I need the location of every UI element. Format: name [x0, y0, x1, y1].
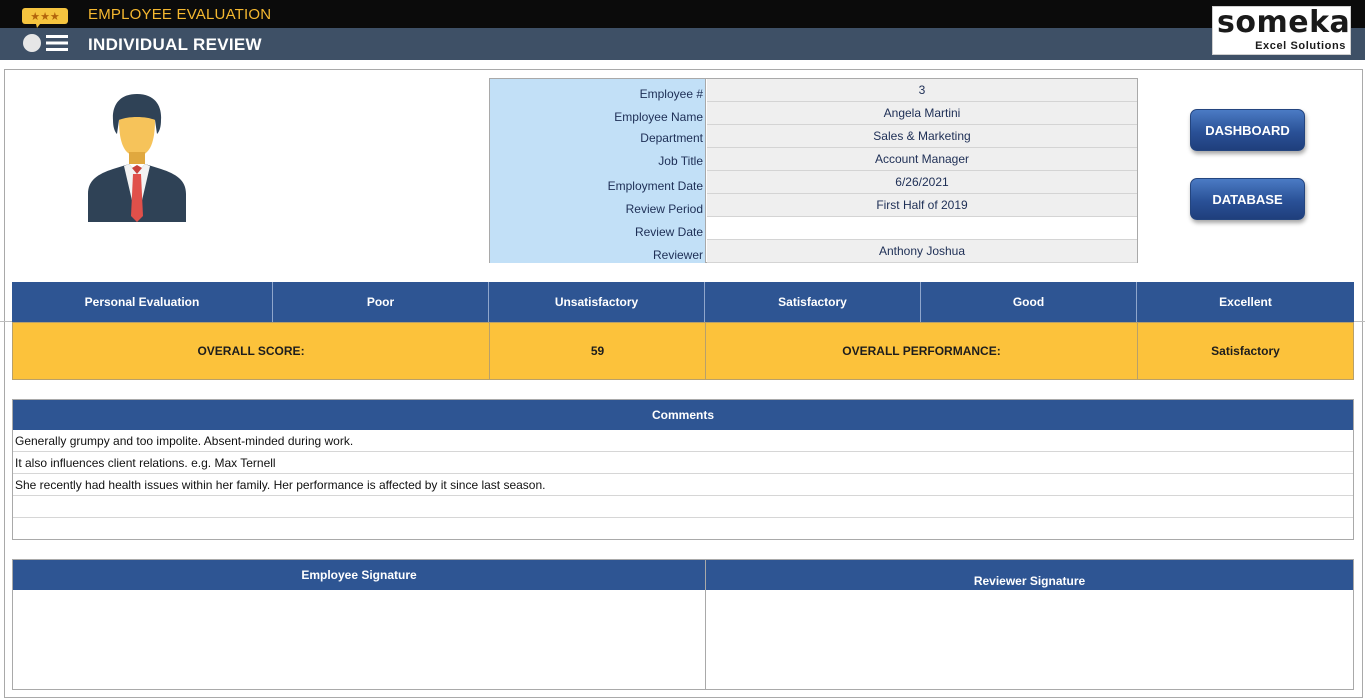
stars-icon: ★★★ [22, 8, 68, 28]
info-value[interactable]: Account Manager [707, 148, 1137, 171]
reviewer-signature-box[interactable]: Reviewer Signature [705, 559, 1354, 690]
info-value[interactable] [707, 217, 1137, 240]
comment-line[interactable] [13, 496, 1353, 518]
overall-performance-value: Satisfactory [1211, 344, 1280, 358]
reviewer-signature-title: Reviewer Signature [706, 560, 1353, 590]
info-label: Department [490, 125, 706, 148]
logo-tagline: Excel Solutions [1255, 40, 1346, 52]
employee-signature-box[interactable]: Employee Signature [12, 559, 706, 690]
info-value[interactable]: Sales & Marketing [707, 125, 1137, 148]
overall-performance-label: OVERALL PERFORMANCE: [706, 323, 1138, 379]
comments-title: Comments [13, 400, 1353, 430]
scale-personal-evaluation: Personal Evaluation [12, 282, 273, 322]
person-avatar-icon [88, 94, 186, 222]
scale-satisfactory: Satisfactory [705, 282, 921, 322]
comment-line[interactable]: Generally grumpy and too impolite. Absen… [13, 430, 1353, 452]
overall-score-label: OVERALL SCORE: [13, 323, 490, 379]
overall-score-value: 59 [490, 323, 706, 379]
scale-good: Good [921, 282, 1137, 322]
svg-text:★★★: ★★★ [30, 10, 60, 23]
page-title: INDIVIDUAL REVIEW [88, 35, 262, 54]
comment-line[interactable]: She recently had health issues within he… [13, 474, 1353, 496]
info-value[interactable]: Anthony Joshua [707, 240, 1137, 263]
info-label: Reviewer [490, 240, 706, 263]
info-row-employment-date: Employment Date 6/26/2021 [490, 171, 1137, 194]
info-row-reviewer: Reviewer Anthony Joshua [490, 240, 1137, 263]
scale-poor: Poor [273, 282, 489, 322]
info-value[interactable]: 3 [707, 79, 1137, 102]
toggle-menu-icon[interactable] [22, 33, 70, 53]
employee-signature-title: Employee Signature [13, 560, 705, 590]
info-label: Review Date [490, 217, 706, 240]
info-value[interactable]: First Half of 2019 [707, 194, 1137, 217]
brand-logo[interactable]: someka Excel Solutions [1212, 5, 1351, 55]
info-row-employee-number: Employee # 3 [490, 79, 1137, 102]
info-label: Job Title [490, 148, 706, 171]
info-row-department: Department Sales & Marketing [490, 125, 1137, 148]
info-value[interactable]: 6/26/2021 [707, 171, 1137, 194]
info-value[interactable]: Angela Martini [707, 102, 1137, 125]
info-label: Employee Name [490, 102, 706, 125]
info-label: Employment Date [490, 171, 706, 194]
logo-wordmark: someka [1217, 5, 1351, 40]
evaluation-scale-row: Personal Evaluation Poor Unsatisfactory … [12, 282, 1354, 322]
info-row-job-title: Job Title Account Manager [490, 148, 1137, 171]
comment-line[interactable] [13, 518, 1353, 540]
scale-unsatisfactory: Unsatisfactory [489, 282, 705, 322]
scale-excellent: Excellent [1219, 295, 1272, 309]
info-label: Review Period [490, 194, 706, 217]
overall-score-row: OVERALL SCORE: 59 OVERALL PERFORMANCE: S… [12, 322, 1354, 380]
info-label: Employee # [490, 79, 706, 102]
app-title: EMPLOYEE EVALUATION [88, 6, 272, 23]
comment-line[interactable]: It also influences client relations. e.g… [13, 452, 1353, 474]
dashboard-button[interactable]: DASHBOARD [1190, 109, 1305, 151]
info-row-review-period: Review Period First Half of 2019 [490, 194, 1137, 217]
employee-info-table: Employee # 3 Employee Name Angela Martin… [489, 78, 1138, 263]
info-row-employee-name: Employee Name Angela Martini [490, 102, 1137, 125]
comments-box: Comments Generally grumpy and too impoli… [12, 399, 1354, 540]
info-row-review-date: Review Date [490, 217, 1137, 240]
database-button[interactable]: DATABASE [1190, 178, 1305, 220]
